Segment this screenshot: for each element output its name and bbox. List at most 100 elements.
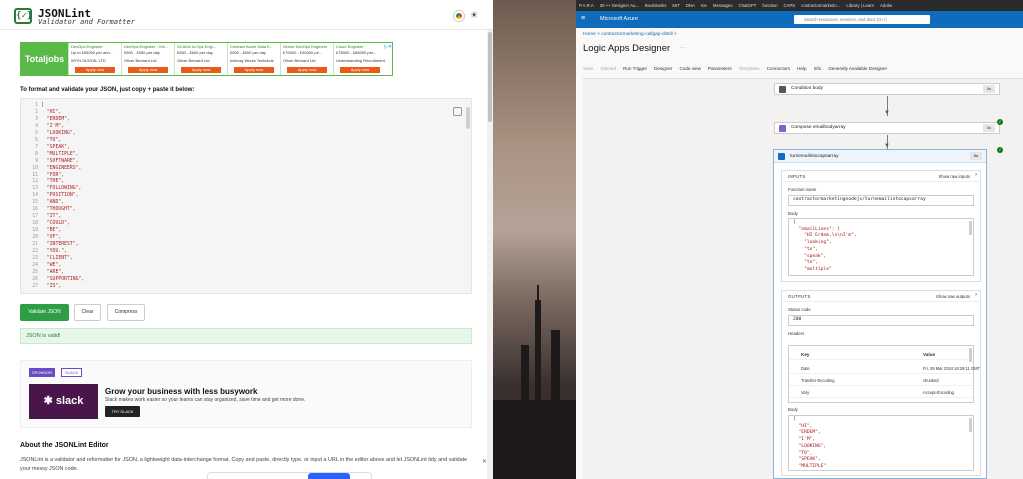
about-title: About the JSONLint Editor — [20, 442, 109, 449]
toolbar-item[interactable]: Help — [797, 66, 806, 71]
apply-now-button[interactable]: Apply now — [234, 67, 274, 73]
json-editor[interactable]: 1 2 3 4 5 6 7 8 9 10 11 12 13 14 15 16 17 18 19 20 21 22 23 24 2… — [20, 98, 472, 294]
job-title[interactable]: DevOps Engineer - Infr... — [124, 44, 174, 49]
line-number: 4 — [35, 123, 38, 129]
job-ad-card[interactable]: Cloud Engineer £75000 - £85000 per... Unde… — [333, 43, 386, 75]
job-title[interactable]: Senior DevOps Engineer — [283, 44, 333, 49]
chrome-icon[interactable] — [454, 11, 464, 21]
status-code-field[interactable]: 200 — [788, 315, 974, 326]
job-ad-card[interactable]: DevOps Engineer Up to £65000 per ann... WI… — [68, 43, 121, 75]
body-line: "speak", — [793, 253, 827, 259]
bookmark-item[interactable]: CAPS — [783, 3, 795, 8]
job-title[interactable]: Contract Azure Data E... — [230, 44, 280, 49]
show-raw-inputs-link[interactable]: Show raw inputs — [938, 174, 970, 179]
bookmark-item[interactable]: function — [762, 3, 777, 8]
bookmark-item[interactable]: Library | Learn — [846, 3, 874, 8]
cookie-bar[interactable] — [207, 472, 372, 479]
slack-ad[interactable]: SPONSOR SLACK ✱ slack Grow your business… — [20, 360, 472, 428]
apply-now-button[interactable]: Apply now — [287, 67, 327, 73]
azure-brand[interactable]: Microsoft Azure — [600, 16, 638, 22]
apply-now-button[interactable]: Apply now — [128, 67, 168, 73]
bookmark-item[interactable]: Messages — [713, 3, 733, 8]
try-slack-button[interactable]: TRY SLACK — [105, 406, 140, 417]
flow-node[interactable]: Condition body 0s — [774, 83, 1000, 95]
job-pay: Up to £65000 per ann... — [71, 50, 114, 55]
toolbar-item[interactable]: Run Trigger — [623, 66, 647, 71]
body-line: "I'M", — [793, 437, 816, 443]
jsonlint-logo-icon[interactable]: {✓} — [14, 8, 32, 24]
job-ad-card[interactable]: Senior DevOps Engineer £70000 - £90000 pe… — [280, 43, 333, 75]
apply-now-button[interactable]: Apply now — [75, 67, 115, 73]
job-ad-banner[interactable]: Totaljobs DevOps Engineer Up to £65000 pe… — [20, 42, 393, 76]
toolbar-item[interactable]: Save — [583, 66, 593, 71]
job-ad-card[interactable]: SCADA In-Ops Engi... £550 - £600 per day O… — [174, 43, 227, 75]
headers-label: Headers — [788, 331, 805, 336]
job-title[interactable]: DevOps Engineer — [71, 44, 121, 49]
clear-button[interactable]: Clear — [74, 304, 101, 321]
line-number: 10 — [32, 165, 38, 171]
bookmark-item[interactable]: Bookmarks — [645, 3, 667, 8]
body-scrollbar[interactable] — [969, 221, 972, 235]
toolbar-item[interactable]: Designer — [654, 66, 672, 71]
bookmark-item[interactable]: Adobe — [880, 3, 892, 8]
code-line: "SPEAK", — [41, 144, 70, 150]
bookmark-item[interactable]: 30 ++ Designer Au... — [600, 3, 639, 8]
flow-node[interactable]: Compose emailbodyarray 0s — [774, 122, 1000, 134]
headers-scrollbar[interactable] — [969, 348, 972, 362]
job-title[interactable]: SCADA In-Ops Engi... — [177, 44, 227, 49]
bookmark-item[interactable]: MIT — [672, 3, 679, 8]
compress-button[interactable]: Compress — [107, 304, 145, 321]
apply-now-button[interactable]: Apply now — [340, 67, 380, 73]
editor-intro: To format and validate your JSON, just c… — [20, 87, 195, 93]
expanded-action-card[interactable]: turnemailintocapsarray 0s INPUTS Show ra… — [773, 149, 987, 479]
sun-icon[interactable]: ☀ — [470, 10, 478, 21]
body-scrollbar[interactable] — [969, 418, 972, 432]
job-title[interactable]: Cloud Engineer — [336, 44, 386, 49]
code-line: "ERDEM", — [41, 116, 70, 122]
chevron-right-icon[interactable]: › — [975, 172, 977, 178]
toolbar-item[interactable]: Discard — [600, 66, 616, 71]
slack-ad-title[interactable]: Grow your business with less busywork — [105, 387, 257, 396]
job-pay: £500 - £550 per day — [124, 50, 160, 55]
validation-result: JSON is valid! — [20, 328, 472, 344]
action-header[interactable]: turnemailintocapsarray 0s — [774, 150, 986, 163]
bookmark-item[interactable]: ChatGPT — [738, 3, 756, 8]
copy-icon[interactable] — [453, 107, 462, 116]
desktop-wallpaper — [493, 0, 576, 479]
chevron-right-icon[interactable]: › — [975, 292, 977, 298]
job-ad-card[interactable]: Contract Azure Data E... £500 - £600 per … — [227, 43, 280, 75]
show-raw-outputs-link[interactable]: Show raw outputs — [936, 294, 970, 299]
cookie-accept-button[interactable] — [308, 473, 350, 479]
code-line: "SOFTWARE", — [41, 158, 79, 164]
job-ad-card[interactable]: DevOps Engineer - Infr... £500 - £550 per… — [121, 43, 174, 75]
action-label: turnemailintocapsarray — [790, 154, 839, 159]
validate-json-button[interactable]: Validate JSON — [20, 304, 69, 321]
more-icon[interactable]: ··· — [680, 45, 686, 51]
ad-choices-icon[interactable]: ▷✕ — [384, 44, 392, 50]
headers-table[interactable]: Key Value Date Fri, 08 Mar 2024 16:29:11 … — [788, 345, 980, 403]
inputs-body-field[interactable]: { "emailLines": [ "HI Erdem,\n\nI'm", "l… — [788, 218, 974, 276]
bookmarks-bar[interactable]: P.A.R.A 30 ++ Designer Au... Bookmarks MIT D… — [576, 0, 1023, 11]
outputs-body-field[interactable]: [ "HI", "ERDEM", "I'M", "LOOKING", "TO",… — [788, 415, 974, 471]
toolbar-item[interactable]: Templates — [739, 66, 760, 71]
editor-scrollbar[interactable] — [466, 107, 470, 129]
slack-logo[interactable]: ✱ slack — [29, 384, 98, 419]
bookmark-item[interactable]: contractormarketin... — [801, 3, 840, 8]
totaljobs-logo[interactable]: Totaljobs — [21, 43, 68, 75]
toolbar-item[interactable]: Parameters — [708, 66, 732, 71]
bookmark-item[interactable]: DNA — [686, 3, 695, 8]
value-column-header: Value — [923, 352, 936, 357]
toolbar-item[interactable]: Connectors — [767, 66, 791, 71]
bookmark-item[interactable]: P.A.R.A — [579, 3, 594, 8]
hamburger-menu-icon[interactable]: ≡ — [581, 15, 585, 22]
page-scroll-thumb[interactable] — [488, 32, 492, 122]
azure-search-input[interactable]: Search resources, services, and docs (G+… — [794, 15, 930, 24]
function-name-field[interactable]: contractormarketingnodejs/turnemailintoc… — [788, 195, 974, 206]
toolbar-item[interactable]: Generally Available Designer — [828, 66, 887, 71]
breadcrumb[interactable]: Home > contractormarketing-callgap-disti… — [583, 32, 677, 37]
apply-now-button[interactable]: Apply now — [181, 67, 221, 73]
toolbar-item[interactable]: Code view — [679, 66, 700, 71]
bookmark-item[interactable]: Ion — [701, 3, 707, 8]
editor-code[interactable]: [ "HI", "ERDEM", "I'M", "LOOKING", "TO",… — [41, 103, 84, 291]
toolbar-item[interactable]: Info — [814, 66, 822, 71]
